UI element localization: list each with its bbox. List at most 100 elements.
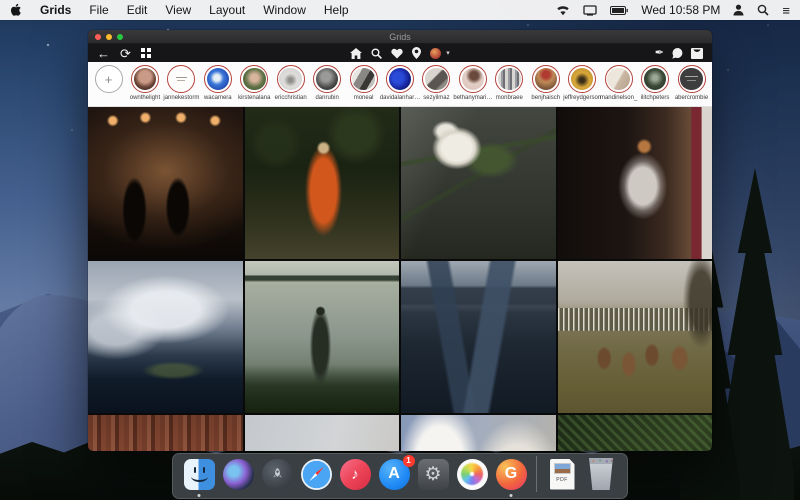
story-avatar (498, 68, 521, 91)
story-benjhaisch[interactable]: benjhaisch (528, 65, 563, 102)
system-preferences-gear-icon: ⚙ (418, 459, 449, 490)
pen-compose-button[interactable]: ✒ (655, 48, 664, 59)
display-mirroring-icon[interactable] (583, 5, 597, 16)
add-story-circle: + (95, 65, 123, 93)
menu-file[interactable]: File (89, 3, 108, 17)
story-avatar (389, 68, 412, 91)
menu-bar-clock[interactable]: Wed 10:58 PM (641, 3, 720, 17)
dock-itunes[interactable]: ♪ (338, 456, 372, 492)
menu-window[interactable]: Window (263, 3, 306, 17)
photo-tile[interactable] (401, 415, 556, 451)
story-jannekestorm[interactable]: jannekestorm (164, 65, 199, 102)
wifi-icon[interactable] (556, 5, 570, 16)
grids-app-icon: G (496, 459, 527, 490)
dock-siri[interactable] (221, 456, 255, 492)
user-icon[interactable] (733, 4, 744, 16)
photo-tile[interactable] (245, 261, 400, 413)
story-abercrombie[interactable]: abercrombie (674, 65, 709, 102)
likes-heart-button[interactable] (391, 48, 403, 59)
dock-separator (536, 456, 537, 492)
photo-tile[interactable] (401, 107, 556, 259)
story-avatar (644, 68, 667, 91)
story-davidalanhar[interactable]: davidalanhar… (383, 65, 418, 102)
dock-safari[interactable] (299, 456, 333, 492)
story-avatar (243, 68, 266, 91)
dock-app-store[interactable]: A 1 (377, 456, 411, 492)
photo-tile[interactable] (558, 261, 713, 413)
search-button[interactable] (371, 48, 382, 59)
photo-tile[interactable] (88, 415, 243, 451)
comments-bubble-button[interactable] (672, 48, 683, 59)
story-avatar (316, 68, 339, 91)
story-avatar (352, 68, 375, 91)
window-toolbar: ← ⟳ ▾ ✒ (88, 44, 712, 62)
photo-feed-grid (88, 107, 712, 451)
location-button[interactable] (412, 47, 421, 59)
menu-layout[interactable]: Layout (209, 3, 245, 17)
grids-window: Grids ← ⟳ (88, 30, 712, 451)
refresh-button[interactable]: ⟳ (120, 47, 131, 60)
story-avatar (207, 68, 230, 91)
photo-tile[interactable] (558, 415, 713, 451)
account-dropdown-caret[interactable]: ▾ (446, 49, 450, 57)
story-ownthelight[interactable]: ownthelight (127, 65, 162, 102)
menu-help[interactable]: Help (324, 3, 349, 17)
story-avatar (571, 68, 594, 91)
story-avatar (535, 68, 558, 91)
story-avatar (425, 68, 448, 91)
notification-center-icon[interactable]: ≡ (782, 4, 790, 17)
inbox-download-button[interactable] (691, 48, 703, 59)
story-kirstenalana[interactable]: kirstenalana (237, 65, 272, 102)
launchpad-rocket-icon (262, 459, 293, 490)
story-mandinelson[interactable]: mandinelson_ (601, 65, 636, 102)
dock-pdf-document[interactable]: PDF (545, 456, 579, 492)
dock: ♪ A 1 ⚙ G PDF (172, 453, 628, 499)
photos-flower-icon (457, 459, 488, 490)
story-avatar (279, 68, 302, 91)
home-button[interactable] (350, 48, 362, 59)
story-ericchristian[interactable]: ericchristian (273, 65, 308, 102)
story-jeffreydgerson[interactable]: jeffreydgerson (565, 65, 600, 102)
running-indicator (510, 494, 513, 497)
apple-menu-icon[interactable] (10, 3, 22, 17)
stories-bar: + ownthelight jannekestorm wacamera kirs… (88, 62, 712, 107)
menu-view[interactable]: View (165, 3, 191, 17)
photo-tile[interactable] (88, 107, 243, 259)
photo-tile[interactable] (401, 261, 556, 413)
pdf-document-icon: PDF (550, 459, 575, 490)
dock-launchpad[interactable] (260, 456, 294, 492)
dock-grids[interactable]: G (494, 456, 528, 492)
add-story-button[interactable]: + (91, 65, 126, 93)
story-avatar (170, 68, 193, 91)
story-avatar (680, 68, 703, 91)
photo-tile[interactable] (245, 415, 400, 451)
story-ilitchpeters[interactable]: ilitchpeters (638, 65, 673, 102)
photo-tile[interactable] (245, 107, 400, 259)
story-monbraee[interactable]: monbraee (492, 65, 527, 102)
dock-trash[interactable] (584, 456, 618, 492)
profile-avatar[interactable] (430, 48, 441, 59)
story-avatar (134, 68, 157, 91)
running-indicator (198, 494, 201, 497)
photo-tile[interactable] (88, 261, 243, 413)
story-sezyilmaz[interactable]: sezyilmaz (419, 65, 454, 102)
dock-photos[interactable] (455, 456, 489, 492)
story-danrubin[interactable]: danrubin (310, 65, 345, 102)
dock-system-preferences[interactable]: ⚙ (416, 456, 450, 492)
desktop: Grids File Edit View Layout Window Help … (0, 0, 800, 500)
story-bethanymari[interactable]: bethanymari… (455, 65, 490, 102)
dock-finder[interactable] (182, 456, 216, 492)
menu-edit[interactable]: Edit (127, 3, 148, 17)
safari-icon (301, 459, 332, 490)
back-button[interactable]: ← (97, 47, 110, 60)
spotlight-search-icon[interactable] (757, 4, 769, 16)
story-wacamera[interactable]: wacamera (200, 65, 235, 102)
story-moneal[interactable]: moneal (346, 65, 381, 102)
itunes-icon: ♪ (340, 459, 371, 490)
battery-icon[interactable] (610, 6, 628, 15)
photo-tile[interactable] (558, 107, 713, 259)
grid-view-button[interactable] (141, 48, 151, 58)
app-menu-grids[interactable]: Grids (40, 3, 71, 17)
window-titlebar: Grids (88, 30, 712, 44)
story-avatar (462, 68, 485, 91)
